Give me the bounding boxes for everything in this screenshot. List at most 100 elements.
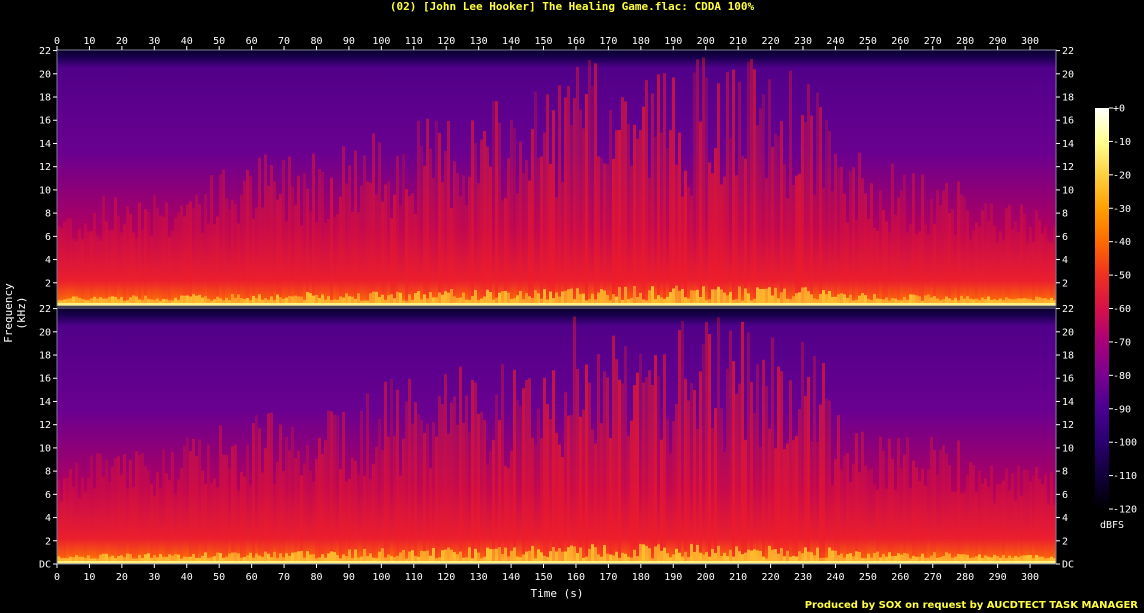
energy-strip xyxy=(558,444,561,564)
energy-strip xyxy=(315,458,318,564)
energy-strip xyxy=(534,444,537,564)
energy-strip xyxy=(750,59,753,307)
energy-strip xyxy=(72,486,75,564)
energy-strip xyxy=(882,209,885,306)
energy-strip xyxy=(456,424,459,564)
energy-strip xyxy=(261,207,264,306)
energy-strip xyxy=(993,225,996,306)
energy-strip xyxy=(591,429,594,564)
energy-strip xyxy=(753,412,756,564)
energy-strip xyxy=(336,415,339,564)
energy-strip xyxy=(66,477,69,564)
energy-strip xyxy=(846,452,849,564)
energy-strip xyxy=(222,169,225,306)
energy-strip xyxy=(339,196,342,306)
energy-strip xyxy=(777,366,780,564)
energy-strip xyxy=(669,129,672,306)
x-tick-label-bottom: 50 xyxy=(213,572,225,583)
energy-strip xyxy=(954,235,957,306)
energy-strip xyxy=(822,362,825,564)
energy-strip xyxy=(510,450,513,564)
energy-strip xyxy=(1008,490,1011,564)
energy-strip xyxy=(714,408,717,564)
energy-strip xyxy=(378,418,381,564)
x-tick-label-bottom: 100 xyxy=(372,572,390,583)
energy-strip xyxy=(279,194,282,306)
energy-strip xyxy=(657,74,660,306)
energy-strip xyxy=(1038,479,1041,564)
x-tick-label-top: 180 xyxy=(632,36,650,47)
x-tick-label-top: 190 xyxy=(664,36,682,47)
energy-strip xyxy=(225,454,228,564)
energy-strip xyxy=(606,377,609,564)
energy-strip xyxy=(414,402,417,564)
energy-strip xyxy=(468,432,471,564)
energy-strip xyxy=(411,423,414,564)
energy-strip xyxy=(432,177,435,306)
energy-strip xyxy=(429,148,432,306)
energy-strip xyxy=(687,187,690,306)
energy-strip xyxy=(483,130,486,306)
energy-strip xyxy=(495,101,498,307)
energy-strip xyxy=(903,454,906,564)
energy-strip xyxy=(99,453,102,564)
energy-strip xyxy=(264,154,267,306)
energy-strip xyxy=(909,487,912,564)
energy-strip xyxy=(1017,465,1020,564)
energy-strip xyxy=(810,441,813,564)
energy-strip xyxy=(321,453,324,564)
energy-strip xyxy=(204,194,207,306)
energy-strip xyxy=(96,453,99,564)
energy-strip xyxy=(396,389,399,564)
energy-strip xyxy=(231,200,234,306)
energy-strip xyxy=(792,184,795,306)
energy-strip xyxy=(612,335,615,564)
energy-strip xyxy=(207,223,210,306)
energy-strip xyxy=(960,493,963,564)
energy-strip xyxy=(567,415,570,564)
energy-strip xyxy=(1014,500,1017,564)
energy-strip xyxy=(354,460,357,564)
energy-strip xyxy=(885,221,888,306)
x-tick-label-top: 210 xyxy=(729,36,747,47)
energy-strip xyxy=(312,153,315,306)
energy-strip xyxy=(906,437,909,564)
energy-strip xyxy=(579,416,582,564)
energy-strip xyxy=(813,194,816,306)
energy-strip xyxy=(330,177,333,306)
y-tick-label-right: 6 xyxy=(1062,490,1068,501)
energy-strip xyxy=(579,109,582,307)
energy-strip xyxy=(870,183,873,306)
colorbar-tick-label: +0 xyxy=(1113,104,1125,115)
energy-strip xyxy=(390,217,393,306)
energy-strip xyxy=(201,232,204,306)
energy-strip xyxy=(252,218,255,306)
energy-strip xyxy=(246,169,249,306)
energy-strip xyxy=(231,446,234,564)
energy-strip xyxy=(300,225,303,306)
y-tick-label-left: 12 xyxy=(39,420,51,431)
energy-strip xyxy=(837,415,840,564)
energy-strip xyxy=(684,378,687,564)
energy-strip xyxy=(90,455,93,564)
y-tick-label-left: 2 xyxy=(45,536,51,547)
energy-strip xyxy=(363,155,366,306)
spectrogram-channel-2 xyxy=(56,307,1057,565)
energy-strip xyxy=(927,469,930,564)
energy-strip xyxy=(417,414,420,564)
energy-strip xyxy=(753,69,756,307)
x-tick-label-bottom: 270 xyxy=(924,572,942,583)
energy-strip xyxy=(432,422,435,564)
colorbar-tick-label: -80 xyxy=(1113,371,1131,382)
y-tick-label-right: 14 xyxy=(1062,397,1074,408)
energy-strip xyxy=(855,219,858,306)
energy-strip xyxy=(693,389,696,564)
energy-strip xyxy=(126,206,129,306)
energy-strip xyxy=(93,213,96,306)
energy-strip xyxy=(237,490,240,564)
y-tick-label-right: 14 xyxy=(1062,139,1074,150)
colorbar-tick-label: -120 xyxy=(1113,505,1137,516)
energy-strip xyxy=(447,433,450,564)
energy-strip xyxy=(393,435,396,564)
energy-strip xyxy=(747,61,750,306)
